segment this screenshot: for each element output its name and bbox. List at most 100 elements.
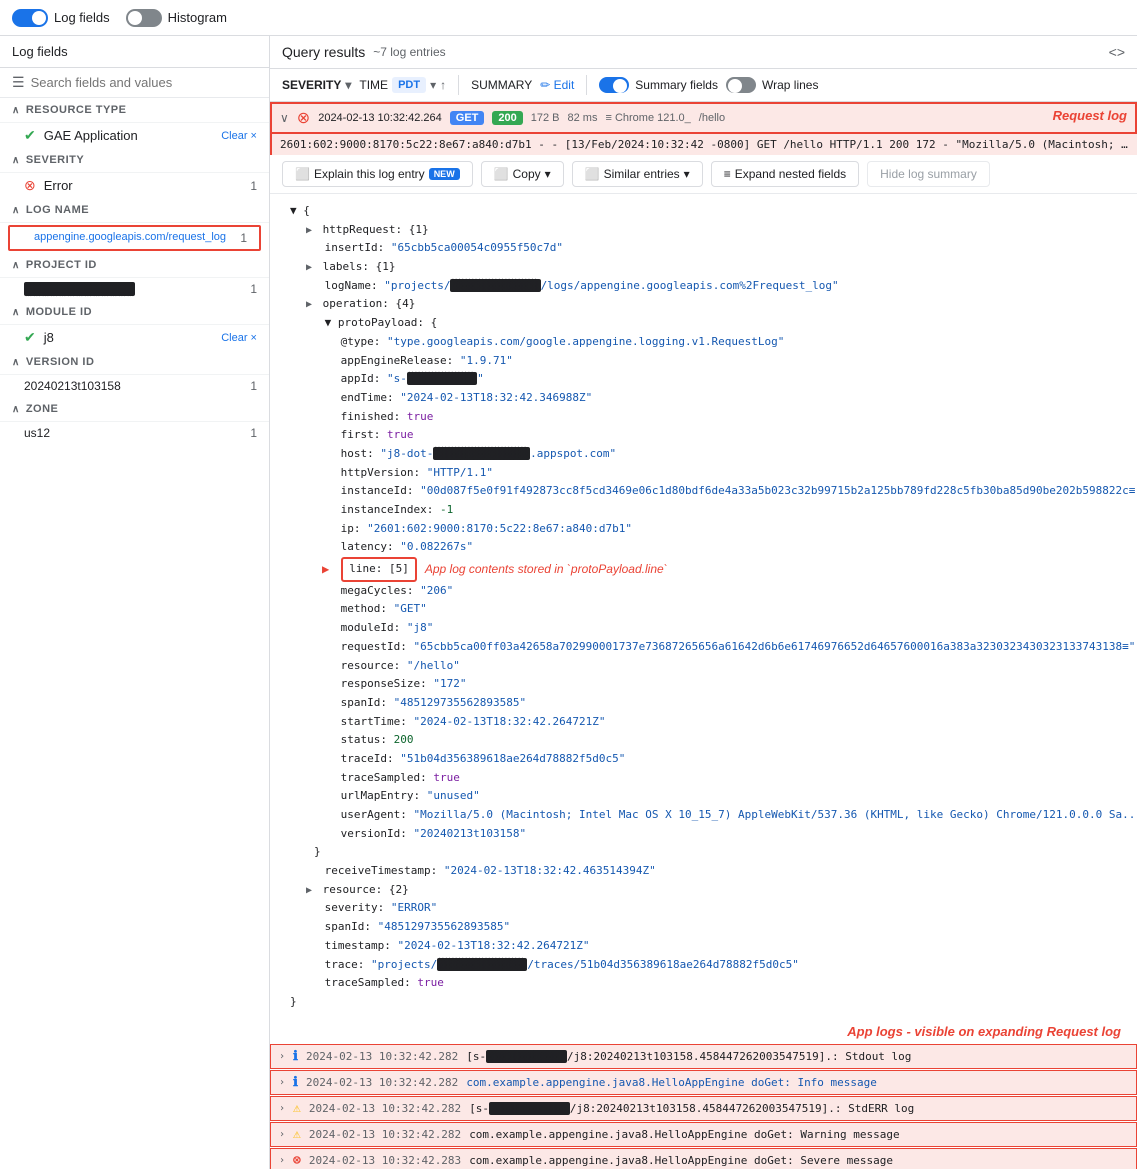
json-labels[interactable]: ▶ labels: {1} [282,258,1125,277]
query-title: Query results ~7 log entries [282,44,446,60]
summary-fields-switch[interactable] [599,77,629,93]
json-span-id2: spanId: "485129735562893585" [282,918,1125,937]
json-request-id: requestId: "65cbb5ca00ff03a42658a7029900… [282,638,1125,657]
section-module-id[interactable]: ∧ MODULE ID [0,300,269,325]
child-expand-icon: › [279,1051,285,1062]
json-severity: severity: "ERROR" [282,899,1125,918]
filter-error[interactable]: ⊗ Error 1 [0,173,269,198]
json-appengine-release: appEngineRelease: "1.9.71" [282,352,1125,371]
wrap-lines-toggle[interactable]: Wrap lines [726,77,818,93]
log-fields-toggle-switch[interactable] [12,9,48,27]
json-operation[interactable]: ▶ operation: {4} [282,295,1125,314]
child-severity-icon: ⊗ [293,1153,301,1168]
json-http-request[interactable]: ▶ httpRequest: {1} [282,221,1125,240]
json-timestamp: timestamp: "2024-02-13T18:32:42.264721Z" [282,937,1125,956]
gae-check-icon: ✔ [24,127,36,144]
json-end-time: endTime: "2024-02-13T18:32:42.346988Z" [282,389,1125,408]
json-instance-id: instanceId: "00d087f5e0f91f492873cc8f5cd… [282,482,1125,501]
child-log-item[interactable]: › ⊗ 2024-02-13 10:32:42.283 com.example.… [270,1148,1137,1169]
json-start-time: startTime: "2024-02-13T18:32:42.264721Z" [282,713,1125,732]
histogram-toggle-switch[interactable] [126,9,162,27]
chevron-severity: ∧ [12,155,20,166]
json-line-field[interactable]: ▶ line: [5] App log contents stored in `… [282,557,1125,582]
log-name-count: 1 [240,231,247,245]
copy-dropdown-icon: ▾ [545,167,551,181]
json-resource-field[interactable]: ▶ resource: {2} [282,881,1125,900]
section-resource-type[interactable]: ∧ RESOURCE TYPE [0,98,269,123]
child-timestamp: 2024-02-13 10:32:42.282 [306,1076,458,1089]
child-timestamp: 2024-02-13 10:32:42.282 [306,1050,458,1063]
project-id-label: PROJECT ID [26,259,97,271]
filter-project-id[interactable]: ░░░░░░░░░░░░░ 1 [0,278,269,300]
expand-nested-button[interactable]: ≡ Expand nested fields [711,161,859,187]
child-severity-icon: ℹ [293,1049,298,1064]
similar-entries-button[interactable]: ⬜ Similar entries ▾ [572,161,703,187]
wrap-lines-switch[interactable] [726,77,756,93]
child-log-item[interactable]: › ⚠ 2024-02-13 10:32:42.282 [s-░░░░░░░░░… [270,1096,1137,1121]
clear-gae-button[interactable]: Clear × [221,130,257,142]
hide-summary-button[interactable]: Hide log summary [867,161,990,187]
explain-button[interactable]: ⬜ Explain this log entry NEW [282,161,473,187]
chevron-version-id: ∧ [12,357,20,368]
histogram-toggle[interactable]: Histogram [126,9,227,27]
toolbar-divider-2 [586,75,587,95]
json-host: host: "j8-dot-░░░░░░░░░░░░░░.appspot.com… [282,445,1125,464]
json-response-size: responseSize: "172" [282,675,1125,694]
child-text: com.example.appengine.java8.HelloAppEngi… [469,1154,893,1167]
filter-icon: ☰ [12,74,25,91]
j8-check-icon: ✔ [24,329,36,346]
log-size: 172 B [531,112,560,124]
json-user-agent: userAgent: "Mozilla/5.0 (Macintosh; Inte… [282,806,1125,825]
summary-fields-label: Summary fields [635,78,718,92]
collapse-icon[interactable]: ∨ [280,111,289,125]
child-log-item[interactable]: › ℹ 2024-02-13 10:32:42.282 com.example.… [270,1070,1137,1095]
filter-module-j8[interactable]: ✔ j8 Clear × [0,325,269,350]
log-latency: 82 ms [568,112,598,124]
copy-button[interactable]: ⬜ Copy ▾ [481,161,564,187]
search-input[interactable] [31,75,257,90]
summary-fields-toggle[interactable]: Summary fields [599,77,718,93]
child-text: [s-░░░░░░░░░░░/j8:20240213t103158.458447… [466,1050,911,1063]
log-entry-main[interactable]: ∨ ⊗ 2024-02-13 10:32:42.264 GET 200 172 … [270,102,1137,134]
sort-asc-icon[interactable]: ↑ [440,78,446,92]
filter-version-id[interactable]: 20240213t103158 1 [0,375,269,397]
chevron-project-id: ∧ [12,260,20,271]
filter-gae-application[interactable]: ✔ GAE Application Clear × [0,123,269,148]
section-log-name[interactable]: ∧ LOG NAME [0,198,269,223]
json-instance-index: instanceIndex: -1 [282,501,1125,520]
child-timestamp: 2024-02-13 10:32:42.282 [309,1128,461,1141]
filter-log-name[interactable]: appengine.googleapis.com/request_log 1 [8,225,261,251]
section-project-id[interactable]: ∧ PROJECT ID [0,253,269,278]
log-fields-toggle[interactable]: Log fields [12,9,110,27]
child-expand-icon: › [279,1077,285,1088]
json-trace-sampled: traceSampled: true [282,769,1125,788]
project-id-count: 1 [250,282,257,296]
json-root-close: } [282,993,1125,1012]
content-scroll[interactable]: ∨ ⊗ 2024-02-13 10:32:42.264 GET 200 172 … [270,102,1137,1169]
json-proto-close: } [282,843,1125,862]
child-text: com.example.appengine.java8.HelloAppEngi… [469,1128,899,1141]
section-version-id[interactable]: ∧ VERSION ID [0,350,269,375]
time-select[interactable]: TIME PDT ▾ ↑ [359,77,446,93]
similar-icon: ⬜ [585,167,600,181]
search-box[interactable]: ☰ [0,68,269,98]
child-log-item[interactable]: › ⚠ 2024-02-13 10:32:42.282 com.example.… [270,1122,1137,1147]
chevron-module-id: ∧ [12,307,20,318]
wrap-lines-label: Wrap lines [762,78,818,92]
filter-zone[interactable]: us12 1 [0,422,269,444]
json-trace-id: traceId: "51b04d356389618ae264d78882f5d0… [282,750,1125,769]
gae-label: GAE Application [44,128,138,143]
top-bar: Log fields Histogram [0,0,1137,36]
json-tree: ▼ { ▶ httpRequest: {1} insertId: "65cbb5… [270,194,1137,1020]
severity-select[interactable]: SEVERITY ▾ [282,78,351,92]
explain-icon: ⬜ [295,167,310,181]
child-text: [s-░░░░░░░░░░░/j8:20240213t103158.458447… [469,1102,914,1115]
edit-button[interactable]: ✏ Edit [540,78,574,92]
clear-j8-button[interactable]: Clear × [221,332,257,344]
section-zone[interactable]: ∧ ZONE [0,397,269,422]
section-severity[interactable]: ∧ SEVERITY [0,148,269,173]
child-log-item[interactable]: › ℹ 2024-02-13 10:32:42.282 [s-░░░░░░░░░… [270,1044,1137,1069]
json-insert-id: insertId: "65cbb5ca00054c0955f50c7d" [282,239,1125,258]
main-content: Query results ~7 log entries <> SEVERITY… [270,36,1137,1169]
summary-toggle[interactable]: SUMMARY [471,78,532,92]
